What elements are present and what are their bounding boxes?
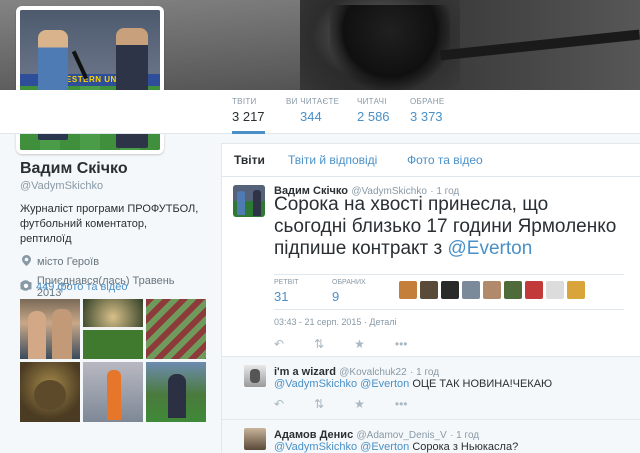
reply-text: @VadymSkichko @Everton Сорока з Ньюкасла… — [274, 441, 519, 453]
reply-header: i'm a wizard @Kovalchuk22 · 1 год — [274, 364, 439, 378]
reply-author-name[interactable]: i'm a wizard — [274, 366, 336, 378]
retweeter-avatar[interactable] — [399, 281, 417, 299]
tweet-author-avatar[interactable] — [233, 185, 265, 217]
profile-handle[interactable]: @VadymSkichko — [20, 180, 200, 192]
retweet-icon[interactable]: ⇅ — [314, 397, 324, 411]
more-icon[interactable]: ••• — [395, 397, 408, 411]
tab-tweets[interactable]: Твіти — [234, 153, 265, 167]
camera-icon — [20, 280, 32, 293]
reply-icon[interactable]: ↶ — [274, 337, 284, 351]
tweet-actions: ↶ ⇅ ★ ••• — [274, 337, 438, 351]
reply-author-avatar[interactable] — [244, 428, 266, 450]
profile-card: Вадим Скічко @VadymSkichko Журналіст про… — [20, 160, 200, 299]
tweet-stats: РЕТВІТ 31 ОБРАНИХ 9 — [274, 274, 624, 310]
reply-timestamp[interactable]: · 1 год — [410, 367, 439, 378]
reply-actions: ↶ ⇅ ★ ••• — [274, 397, 438, 411]
photo-thumb[interactable] — [20, 362, 80, 422]
profile-location: місто Героїв — [20, 255, 200, 269]
retweeter-avatar[interactable] — [441, 281, 459, 299]
reply-icon[interactable]: ↶ — [274, 397, 284, 411]
reply-author-name[interactable]: Адамов Денис — [274, 429, 353, 441]
retweeter-avatar[interactable] — [567, 281, 585, 299]
retweeter-avatar[interactable] — [420, 281, 438, 299]
favorite-count[interactable]: ОБРАНИХ 9 — [332, 279, 366, 304]
timeline-tabs: Твіти Твіти й відповіді Фото та відео — [222, 144, 640, 177]
mention-vadymskichko[interactable]: @VadymSkichko — [274, 441, 357, 453]
profile-nav: ТВІТИ 3 217 ВИ ЧИТАЄТЕ 344 ЧИТАЧІ 2 586 … — [0, 90, 640, 134]
reply-author-handle[interactable]: @Kovalchuk22 — [339, 367, 406, 378]
favorite-icon[interactable]: ★ — [354, 337, 365, 351]
reply-author-handle[interactable]: @Adamov_Denis_V — [357, 430, 447, 441]
stat-favorites[interactable]: ОБРАНЕ 3 373 — [410, 97, 445, 134]
photo-thumb[interactable] — [83, 362, 143, 422]
timeline: Твіти Твіти й відповіді Фото та відео Ва… — [221, 143, 640, 453]
retweet-icon[interactable]: ⇅ — [314, 337, 324, 351]
photo-thumb[interactable] — [20, 299, 80, 359]
profile-name[interactable]: Вадим Скічко — [20, 160, 200, 178]
reply-tweet[interactable]: Адамов Денис @Adamov_Denis_V · 1 год @Va… — [222, 419, 640, 453]
retweeter-avatar[interactable] — [504, 281, 522, 299]
tab-tweets-replies[interactable]: Твіти й відповіді — [288, 153, 377, 167]
reply-header: Адамов Денис @Adamov_Denis_V · 1 год — [274, 427, 479, 441]
stat-followers[interactable]: ЧИТАЧІ 2 586 — [357, 97, 390, 134]
profile-bio: Журналіст програми ПРОФУТБОЛ, футбольний… — [20, 203, 199, 245]
stat-following[interactable]: ВИ ЧИТАЄТЕ 344 — [286, 97, 339, 134]
retweeter-avatar[interactable] — [525, 281, 543, 299]
reply-text: @VadymSkichko @Everton ОЦЕ ТАК НОВИНА!ЧЕ… — [274, 378, 553, 390]
retweeter-avatar[interactable] — [546, 281, 564, 299]
photo-thumb[interactable] — [146, 362, 206, 422]
reply-timestamp[interactable]: · 1 год — [450, 430, 479, 441]
map-pin-icon — [20, 255, 32, 269]
more-icon[interactable]: ••• — [395, 337, 408, 351]
tweet-date-details[interactable]: 03:43 - 21 серп. 2015 · Деталі — [274, 317, 397, 327]
mention-everton[interactable]: @Everton — [360, 441, 409, 453]
mention-everton[interactable]: @Everton — [448, 238, 533, 259]
photos-videos-link[interactable]: 449 фото та відео — [20, 280, 127, 293]
retweeter-avatar[interactable] — [483, 281, 501, 299]
tweet-text: Сорока на хвості принесла, що сьогодні б… — [274, 194, 617, 259]
retweeter-avatar[interactable] — [462, 281, 480, 299]
retweet-count[interactable]: РЕТВІТ 31 — [274, 279, 299, 304]
reply-tweet[interactable]: i'm a wizard @Kovalchuk22 · 1 год @Vadym… — [222, 356, 640, 419]
reply-author-avatar[interactable] — [244, 365, 266, 387]
photo-thumb[interactable] — [146, 299, 206, 359]
mention-vadymskichko[interactable]: @VadymSkichko — [274, 378, 357, 390]
tab-photos-videos[interactable]: Фото та відео — [407, 153, 483, 167]
photo-thumb[interactable] — [83, 299, 143, 359]
stat-tweets[interactable]: ТВІТИ 3 217 — [232, 97, 265, 134]
favorite-icon[interactable]: ★ — [354, 397, 365, 411]
mention-everton[interactable]: @Everton — [360, 378, 409, 390]
